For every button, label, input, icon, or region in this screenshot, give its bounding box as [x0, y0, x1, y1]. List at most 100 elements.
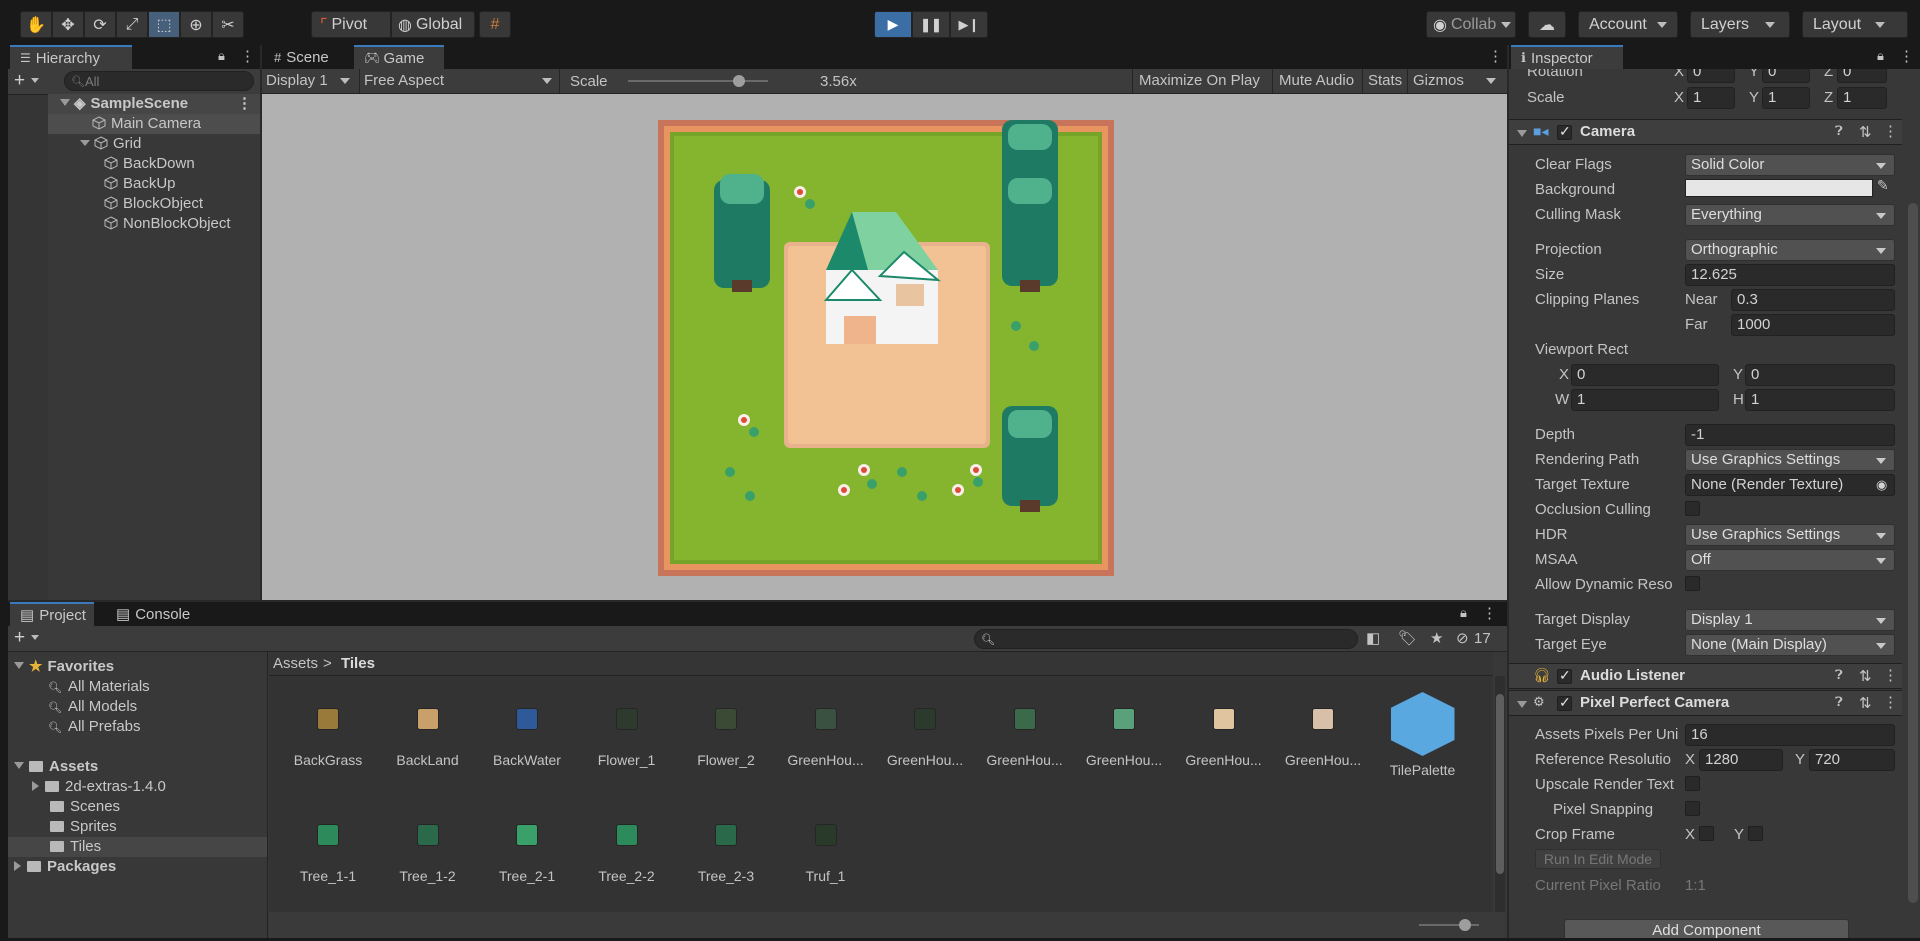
projection-dropdown[interactable]: Orthographic	[1685, 239, 1895, 261]
add-caret-icon[interactable]	[31, 635, 39, 640]
asset-tile[interactable]: BackLand	[379, 708, 477, 768]
filter-by-type-icon[interactable]: ◧	[1366, 629, 1380, 647]
step-button[interactable]: ▶❙	[950, 11, 988, 38]
tree-item[interactable]: Sprites	[50, 817, 117, 837]
preset-icon[interactable]: ⇅	[1859, 694, 1872, 712]
add-caret-icon[interactable]	[31, 78, 39, 83]
maximize-toggle[interactable]: Maximize On Play	[1132, 69, 1272, 93]
asset-tile[interactable]: BackWater	[478, 708, 576, 768]
ref-res-x-field[interactable]: 1280	[1699, 749, 1783, 771]
asset-tile[interactable]: Tree_1-1	[279, 824, 377, 884]
rect-tool-icon[interactable]: ⬚	[148, 11, 180, 38]
scale-y-field[interactable]: 1	[1762, 87, 1810, 109]
rotation-z-field[interactable]: 0	[1837, 69, 1887, 83]
tree-item[interactable]: 🔍︎ All Prefabs	[48, 717, 141, 737]
rendering-path-dropdown[interactable]: Use Graphics Settings	[1685, 449, 1895, 471]
scale-slider-handle[interactable]	[732, 75, 745, 87]
preset-icon[interactable]: ⇅	[1859, 123, 1872, 141]
tree-item[interactable]: 2d-extras-1.4.0	[32, 777, 166, 797]
asset-tile[interactable]: GreenHou...	[777, 708, 875, 768]
preset-icon[interactable]: ⇅	[1859, 667, 1872, 685]
near-field[interactable]: 0.3	[1731, 289, 1895, 311]
asset-tile[interactable]: Tree_2-1	[478, 824, 576, 884]
asset-tile[interactable]: GreenHou...	[1075, 708, 1173, 768]
target-display-dropdown[interactable]: Display 1	[1685, 609, 1895, 631]
asset-tile[interactable]: Truf_1	[777, 824, 875, 884]
tab-inspector[interactable]: ℹ Inspector	[1511, 45, 1623, 69]
display-dropdown[interactable]: Display 1	[262, 69, 360, 93]
culling-mask-dropdown[interactable]: Everything	[1685, 204, 1895, 226]
hidden-eye-icon[interactable]: ⊘	[1456, 629, 1469, 647]
msaa-dropdown[interactable]: Off	[1685, 549, 1895, 571]
dynamic-resolution-checkbox[interactable]	[1685, 576, 1700, 591]
layers-dropdown[interactable]: Layers	[1690, 11, 1790, 38]
kebab-menu-icon[interactable]: ⋮	[1899, 47, 1914, 65]
assets-ppu-field[interactable]: 16	[1685, 724, 1895, 746]
mute-toggle[interactable]: Mute Audio	[1272, 69, 1362, 93]
breadcrumb-current[interactable]: Tiles	[341, 655, 375, 672]
aspect-dropdown[interactable]: Free Aspect	[360, 69, 560, 93]
upscale-rt-checkbox[interactable]	[1685, 776, 1700, 791]
eyedropper-icon[interactable]: ✎	[1877, 177, 1889, 194]
asset-scrollbar[interactable]	[1495, 676, 1505, 912]
pixel-snapping-checkbox[interactable]	[1685, 801, 1700, 816]
asset-tile[interactable]: Flower_2	[677, 708, 775, 768]
scale-z-field[interactable]: 1	[1837, 87, 1887, 109]
tree-item[interactable]: Scenes	[50, 797, 120, 817]
tree-item[interactable]: 🔍︎ All Models	[48, 697, 137, 717]
cloud-icon[interactable]: ☁	[1528, 11, 1566, 38]
asset-tile[interactable]: TilePalette	[1374, 692, 1472, 778]
pause-button[interactable]: ❚❚	[912, 11, 950, 38]
project-search-input[interactable]: 🔍︎	[974, 629, 1358, 649]
collab-dropdown[interactable]: ◉ Collab	[1426, 11, 1516, 38]
help-icon[interactable]: ❓︎	[1835, 694, 1843, 710]
foldout-icon[interactable]	[1517, 130, 1527, 137]
hierarchy-item[interactable]: Grid	[48, 134, 141, 154]
favorites-star-icon[interactable]: ★	[1430, 629, 1443, 647]
hierarchy-item[interactable]: NonBlockObject	[48, 214, 231, 234]
lock-icon[interactable]: 🔒︎	[1877, 48, 1884, 64]
depth-field[interactable]: -1	[1685, 424, 1895, 446]
asset-tile[interactable]: Flower_1	[578, 708, 676, 768]
asset-tile[interactable]: BackGrass	[279, 708, 377, 768]
asset-tile[interactable]: Tree_2-3	[677, 824, 775, 884]
transform-tool-icon[interactable]: ⊕	[180, 11, 212, 38]
foldout-icon[interactable]	[1517, 701, 1527, 708]
breadcrumb-root[interactable]: Assets	[273, 655, 318, 672]
pixel-perfect-checkbox[interactable]	[1557, 694, 1572, 711]
far-field[interactable]: 1000	[1731, 314, 1895, 336]
scale-tool-icon[interactable]: ⤢	[116, 11, 148, 38]
hierarchy-item[interactable]: BlockObject	[48, 194, 203, 214]
lock-icon[interactable]: 🔒︎	[1460, 605, 1467, 621]
viewport-h-field[interactable]: 1	[1745, 389, 1895, 411]
rotation-x-field[interactable]: 0	[1687, 69, 1735, 83]
viewport-w-field[interactable]: 1	[1571, 389, 1719, 411]
custom-tool-icon[interactable]: ✂	[212, 11, 244, 38]
add-component-button[interactable]: Add Component	[1564, 919, 1849, 938]
account-dropdown[interactable]: Account	[1578, 11, 1678, 38]
assets-folder[interactable]: Assets	[14, 757, 98, 777]
crop-y-checkbox[interactable]	[1748, 826, 1763, 841]
scene-row[interactable]: ◈ SampleScene ⋮	[48, 94, 260, 114]
lock-icon[interactable]: 🔒︎	[218, 48, 225, 64]
help-icon[interactable]: ❓︎	[1835, 123, 1843, 139]
kebab-menu-icon[interactable]: ⋮	[1482, 604, 1497, 622]
viewport-x-field[interactable]: 0	[1571, 364, 1719, 386]
add-icon[interactable]: +	[14, 70, 25, 92]
object-picker-icon[interactable]: ◉	[1876, 475, 1887, 495]
tab-game[interactable]: 🎮︎ Game	[354, 45, 444, 69]
tree-item[interactable]: 🔍︎ All Materials	[48, 677, 150, 697]
background-color-swatch[interactable]	[1685, 179, 1873, 197]
global-toggle[interactable]: ◍ Global	[391, 11, 475, 38]
tab-hierarchy[interactable]: ☰ Hierarchy	[10, 45, 132, 69]
tab-console[interactable]: ▤ Console	[106, 602, 200, 626]
component-menu-icon[interactable]: ⋮	[1883, 666, 1898, 684]
tab-scene[interactable]: # Scene	[264, 45, 354, 69]
target-eye-dropdown[interactable]: None (Main Display)	[1685, 634, 1895, 656]
stats-toggle[interactable]: Stats	[1362, 69, 1407, 93]
hierarchy-item[interactable]: BackDown	[48, 154, 195, 174]
kebab-menu-icon[interactable]: ⋮	[240, 47, 255, 65]
add-icon[interactable]: +	[14, 627, 25, 649]
hierarchy-item[interactable]: BackUp	[48, 174, 176, 194]
rotate-tool-icon[interactable]: ⟳	[84, 11, 116, 38]
